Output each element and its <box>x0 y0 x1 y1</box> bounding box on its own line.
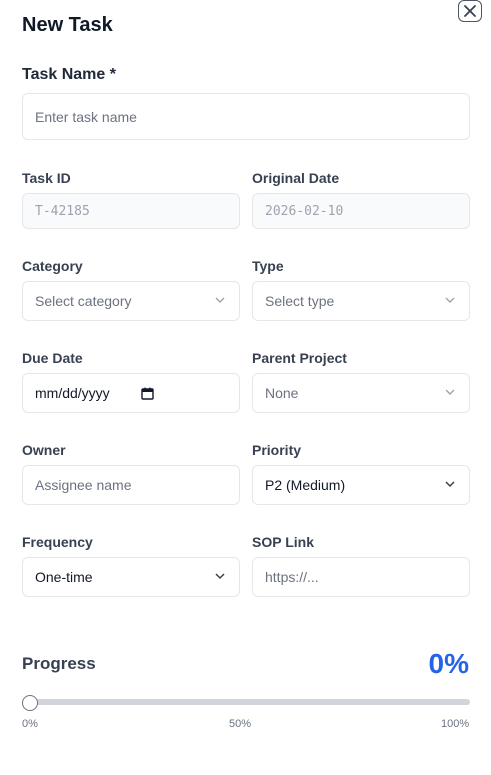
original-date-field: 2026-02-10 <box>252 193 470 229</box>
parent-project-label: Parent Project <box>252 350 347 366</box>
progress-value: 0% <box>428 648 469 679</box>
original-date-label: Original Date <box>252 170 340 186</box>
priority-label: Priority <box>252 442 302 458</box>
progress-slider-thumb[interactable] <box>22 695 38 711</box>
progress-tick-max: 100% <box>441 718 470 730</box>
progress-tick-mid: 50% <box>229 718 252 730</box>
category-value: Select category <box>35 293 132 309</box>
chevron-down-icon <box>445 389 455 395</box>
progress-label: Progress <box>22 654 96 673</box>
priority-select[interactable]: P2 (Medium) <box>252 465 470 505</box>
chevron-down-icon <box>215 573 225 580</box>
task-name-label: Task Name * <box>22 66 116 83</box>
close-icon <box>464 5 476 17</box>
frequency-label: Frequency <box>22 534 93 550</box>
sop-link-label: SOP Link <box>252 534 314 550</box>
task-name-input[interactable] <box>35 108 457 125</box>
owner-input[interactable] <box>35 477 227 493</box>
due-date-value: mm/dd/yyyy <box>35 385 110 401</box>
owner-label: Owner <box>22 442 66 458</box>
sop-link-field[interactable] <box>252 557 470 597</box>
task-id-label: Task ID <box>22 170 71 186</box>
task-name-field[interactable] <box>22 93 470 140</box>
type-value: Select type <box>265 293 335 309</box>
chevron-down-icon <box>215 297 225 303</box>
frequency-value: One-time <box>35 569 93 585</box>
category-select[interactable]: Select category <box>22 281 240 321</box>
progress-slider-track[interactable] <box>22 699 470 705</box>
due-date-label: Due Date <box>22 350 83 366</box>
chevron-down-icon <box>445 481 455 488</box>
parent-project-select[interactable]: None <box>252 373 470 413</box>
type-select[interactable]: Select type <box>252 281 470 321</box>
dialog-title: New Task <box>22 14 113 36</box>
chevron-down-icon <box>445 297 455 303</box>
parent-project-value: None <box>265 385 299 401</box>
owner-field[interactable] <box>22 465 240 505</box>
sop-link-input[interactable] <box>265 569 457 585</box>
frequency-select[interactable]: One-time <box>22 557 240 597</box>
close-button[interactable] <box>458 0 482 22</box>
due-date-input[interactable]: mm/dd/yyyy <box>22 373 240 413</box>
task-id-value: T-42185 <box>35 203 90 219</box>
original-date-value: 2026-02-10 <box>265 203 344 219</box>
progress-tick-min: 0% <box>22 718 38 730</box>
category-label: Category <box>22 258 83 274</box>
type-label: Type <box>252 258 284 274</box>
priority-value: P2 (Medium) <box>265 477 346 493</box>
calendar-icon[interactable] <box>141 387 154 400</box>
task-id-field: T-42185 <box>22 193 240 229</box>
